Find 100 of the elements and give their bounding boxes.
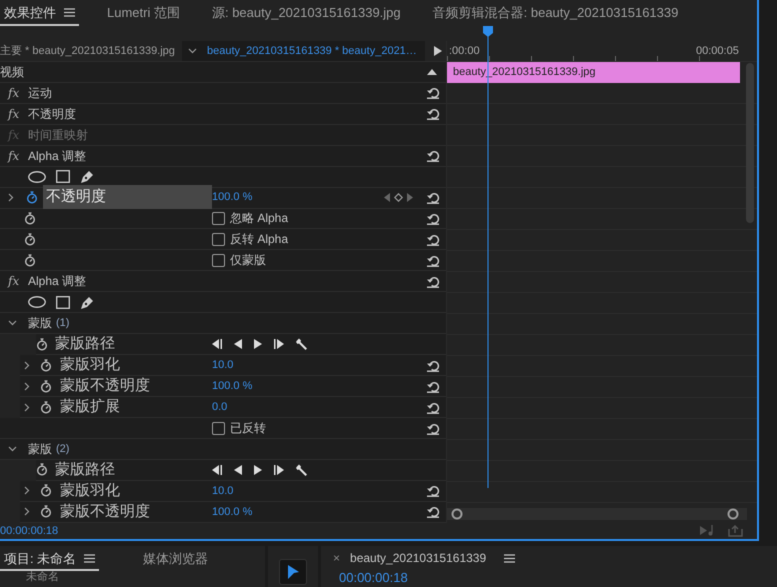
play-icon[interactable] [254,339,262,350]
mask-label[interactable]: 蒙版 [28,314,52,332]
menu-icon[interactable] [84,554,96,563]
reset-icon[interactable] [426,380,440,393]
ellipse-mask-icon[interactable] [28,170,46,183]
stopwatch-icon[interactable] [26,191,38,204]
timecode-label: 00:00:05 [696,44,739,59]
chevron-down-icon[interactable] [8,446,17,452]
chevron-right-icon[interactable] [8,193,14,202]
panel-tab[interactable]: Lumetri 范围 [103,0,184,26]
stopwatch-icon[interactable] [24,212,36,225]
close-button[interactable]: × [333,552,340,564]
current-timecode[interactable]: 00:00:00:18 [0,522,58,540]
stopwatch-icon[interactable] [40,380,52,393]
selection-tool-button[interactable] [279,559,307,585]
clip-dropdown[interactable]: beauty_20210315161339 * beauty_2021… [182,41,425,61]
stopwatch-icon[interactable] [36,463,48,476]
stopwatch-icon[interactable] [40,484,52,498]
stopwatch-icon[interactable] [40,505,52,518]
reset-icon[interactable] [426,86,440,100]
rectangle-mask-icon[interactable] [56,170,70,184]
chevron-right-icon[interactable] [24,486,30,496]
sequence-title[interactable]: beauty_20210315161339 [350,549,486,567]
checkbox[interactable] [212,254,225,267]
effect-label[interactable]: Alpha 调整 [28,272,420,290]
chevron-down-icon[interactable] [188,48,197,54]
property-label[interactable]: 不透明度 [43,185,212,210]
chevron-right-icon[interactable] [24,360,30,370]
keyframe-diamond-icon[interactable] [394,193,402,202]
reset-icon[interactable] [426,254,440,267]
panel-tab[interactable]: 源: beauty_20210315161339.jpg [208,0,405,26]
section-label: 视频 [0,64,25,81]
effect-label[interactable]: 不透明度 [28,104,420,123]
stopwatch-icon[interactable] [24,232,36,246]
checkbox[interactable] [212,232,225,246]
scroll-handle-icon[interactable] [727,508,739,520]
mask-number: (2) [56,442,70,457]
reset-icon[interactable] [426,212,440,225]
step-forward-icon[interactable] [274,464,284,475]
mask-number: (1) [56,316,70,331]
chevron-right-icon[interactable] [24,507,30,516]
triangle-up-icon[interactable] [427,68,437,75]
chevron-down-icon[interactable] [8,320,17,326]
effect-label[interactable]: Alpha 调整 [28,146,420,165]
ellipse-mask-icon[interactable] [28,296,46,308]
step-back-icon[interactable] [212,339,222,350]
value-text[interactable]: 10.0 [212,482,234,500]
reset-icon[interactable] [426,505,440,518]
wrench-icon[interactable] [296,338,308,350]
reset-icon[interactable] [426,107,440,120]
scroll-handle-icon[interactable] [451,508,463,520]
effect-label[interactable]: 运动 [28,84,420,102]
horizontal-scrollbar[interactable] [447,508,747,520]
property-label: 蒙版路径 [55,334,115,354]
value-text[interactable]: 0.0 [212,398,228,416]
sequence-timecode: 00:00:00:18 [338,570,409,585]
value-text[interactable]: 100.0 % [212,504,252,520]
fx-label: fx [6,106,20,123]
chevron-right-icon[interactable] [24,402,30,412]
panel-tab[interactable]: 效果控件 [0,0,79,26]
play-triangle-icon[interactable] [434,46,442,56]
value-text[interactable]: 100.0 % [212,378,252,394]
panel-tab[interactable]: 媒体浏览器 [139,546,212,571]
pen-icon[interactable] [80,169,94,184]
reset-icon[interactable] [426,484,440,498]
stopwatch-icon[interactable] [40,400,52,414]
menu-icon[interactable] [64,8,75,17]
mask-label[interactable]: 蒙版 [28,440,52,458]
back-icon[interactable] [234,464,242,475]
value-text[interactable]: 10.0 [212,356,234,374]
reset-icon[interactable] [426,191,440,204]
reset-icon[interactable] [426,232,440,246]
value-text[interactable]: 100.0 % [212,189,252,206]
step-forward-icon[interactable] [274,339,284,350]
reset-icon[interactable] [426,400,440,414]
checkbox[interactable] [212,422,225,435]
reset-icon[interactable] [426,149,440,162]
reset-icon[interactable] [426,274,440,288]
stopwatch-icon[interactable] [36,338,48,351]
pen-icon[interactable] [80,294,94,310]
stopwatch-icon[interactable] [40,358,52,372]
panel-tab[interactable]: 项目: 未命名 [0,546,100,571]
play-icon[interactable] [254,464,262,475]
chevron-right-icon[interactable] [24,382,30,391]
project-item-label[interactable]: 未命名 [0,571,265,584]
effect-label[interactable]: 时间重映射 [28,126,446,144]
timecode-label: :00:00 [449,44,480,59]
wrench-icon[interactable] [296,464,308,476]
back-icon[interactable] [234,339,242,350]
next-keyframe-icon[interactable] [406,193,412,202]
stopwatch-icon[interactable] [24,254,36,267]
menu-icon[interactable] [504,554,516,562]
checkbox[interactable] [212,212,225,225]
checkbox-label: 反转 Alpha [230,231,288,248]
reset-icon[interactable] [426,358,440,372]
reset-icon[interactable] [426,422,440,435]
step-back-icon[interactable] [212,464,222,475]
rectangle-mask-icon[interactable] [56,296,70,309]
panel-tab[interactable]: 音频剪辑混合器: beauty_20210315161339 [428,0,682,26]
previous-keyframe-icon[interactable] [384,193,390,202]
